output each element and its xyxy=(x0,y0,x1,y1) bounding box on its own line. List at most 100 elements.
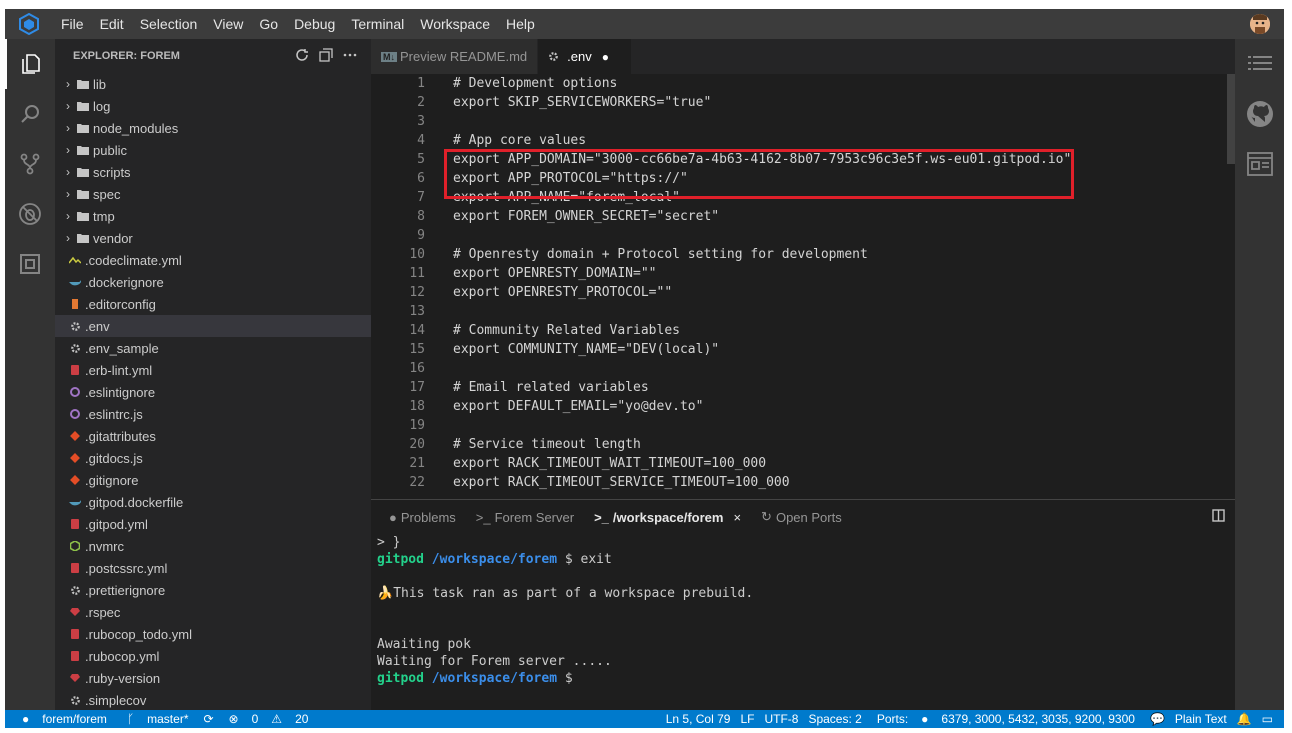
maximize-panel-icon[interactable] xyxy=(1212,509,1225,525)
debug-icon[interactable] xyxy=(5,189,55,239)
folder-label: public xyxy=(93,142,127,158)
folder-vendor[interactable]: › vendor xyxy=(55,227,371,249)
problems-status[interactable]: ⊗ 0 ⚠ 20 xyxy=(219,712,319,726)
code-line: 9 xyxy=(371,226,1235,245)
folder-scripts[interactable]: › scripts xyxy=(55,161,371,183)
prompt-user: gitpod xyxy=(377,552,424,567)
folder-icon xyxy=(75,167,91,177)
line-content: # App core values xyxy=(453,133,587,148)
line-content xyxy=(429,359,453,378)
editor-area: M↓ Preview README.md .env ● 1 # Developme… xyxy=(371,39,1235,499)
search-icon[interactable] xyxy=(5,89,55,139)
code-line: 17 # Email related variables xyxy=(371,378,1235,397)
close-icon[interactable]: × xyxy=(733,510,741,525)
file-eslintignore[interactable]: .eslintignore xyxy=(55,381,371,403)
language-status[interactable]: Plain Text xyxy=(1170,712,1232,726)
tab-label: Problems xyxy=(400,509,456,525)
code-line: 20 # Service timeout length xyxy=(371,435,1235,454)
more-actions-icon[interactable] xyxy=(343,48,357,65)
tab-env[interactable]: .env ● xyxy=(538,39,633,74)
file-gitpod-yml[interactable]: .gitpod.yml xyxy=(55,513,371,535)
folder-node-modules[interactable]: › node_modules xyxy=(55,117,371,139)
feedback-icon[interactable]: 💬 xyxy=(1145,712,1170,726)
tab-workspace-terminal[interactable]: >_/workspace/forem × xyxy=(584,510,751,525)
file-label: .gitpod.dockerfile xyxy=(85,494,184,510)
menu-edit[interactable]: Edit xyxy=(92,9,132,39)
menu-file[interactable]: File xyxy=(53,9,92,39)
file-rubocop-todo[interactable]: .rubocop_todo.yml xyxy=(55,623,371,645)
terminal-line: Awaiting pok xyxy=(377,637,471,652)
menu-selection[interactable]: Selection xyxy=(132,9,206,39)
gitpod-logo-icon[interactable] xyxy=(5,9,53,39)
github-icon: ● xyxy=(22,712,30,726)
file-ruby-version[interactable]: .ruby-version xyxy=(55,667,371,689)
line-content: export OPENRESTY_PROTOCOL="" xyxy=(453,285,673,300)
menu-terminal[interactable]: Terminal xyxy=(343,9,412,39)
file-dockerignore[interactable]: .dockerignore xyxy=(55,271,371,293)
file-codeclimate[interactable]: .codeclimate.yml xyxy=(55,249,371,271)
file-erb-lint[interactable]: .erb-lint.yml xyxy=(55,359,371,381)
line-content: export APP_DOMAIN="3000-cc66be7a-4b63-41… xyxy=(453,152,1072,167)
explorer-icon[interactable] xyxy=(5,39,55,89)
source-control-icon[interactable] xyxy=(5,139,55,189)
file-rspec[interactable]: .rspec xyxy=(55,601,371,623)
extensions-icon[interactable] xyxy=(5,239,55,289)
repo-status[interactable]: ● forem/forem xyxy=(5,712,117,726)
file-gitignore[interactable]: .gitignore xyxy=(55,469,371,491)
panel-toggle-icon[interactable]: ▭ xyxy=(1257,712,1278,726)
line-content: # Service timeout length xyxy=(453,437,641,452)
cursor-position[interactable]: Ln 5, Col 79 xyxy=(661,712,736,726)
github-icon[interactable] xyxy=(1235,89,1284,139)
folder-tmp[interactable]: › tmp xyxy=(55,205,371,227)
user-avatar[interactable] xyxy=(1250,14,1270,34)
menu-help[interactable]: Help xyxy=(498,9,543,39)
line-content: # Openresty domain + Protocol setting fo… xyxy=(453,247,868,262)
file-env[interactable]: .env xyxy=(55,315,371,337)
folder-lib[interactable]: › lib xyxy=(55,73,371,95)
file-gitattributes[interactable]: .gitattributes xyxy=(55,425,371,447)
menu-workspace[interactable]: Workspace xyxy=(412,9,498,39)
menu-go[interactable]: Go xyxy=(251,9,286,39)
line-content: export SKIP_SERVICEWORKERS="true" xyxy=(453,95,712,110)
bell-icon[interactable]: 🔔 xyxy=(1232,712,1257,726)
terminal-prompt-line: gitpod /workspace/forem $ xyxy=(377,670,1235,687)
branch-status[interactable]: ᚴ master* xyxy=(117,712,199,726)
code-editor[interactable]: 1 # Development options 2 export SKIP_SERVI… xyxy=(371,74,1235,499)
file-nvmrc[interactable]: .nvmrc xyxy=(55,535,371,557)
outline-list-icon[interactable] xyxy=(1235,39,1284,89)
folder-spec[interactable]: › spec xyxy=(55,183,371,205)
tab-open-ports[interactable]: ↻ Open Ports xyxy=(751,509,852,525)
prebuild-text: This task ran as part of a workspace pre… xyxy=(393,586,754,601)
tab-preview-readme[interactable]: M↓ Preview README.md xyxy=(371,39,539,74)
line-number: 12 xyxy=(409,285,425,300)
indentation-status[interactable]: Spaces: 2 xyxy=(803,712,866,726)
refresh-icon[interactable] xyxy=(295,48,309,65)
file-rubocop[interactable]: .rubocop.yml xyxy=(55,645,371,667)
collapse-all-icon[interactable] xyxy=(319,48,333,65)
file-postcssrc[interactable]: .postcssrc.yml xyxy=(55,557,371,579)
encoding-status[interactable]: UTF-8 xyxy=(759,712,803,726)
file-editorconfig[interactable]: .editorconfig xyxy=(55,293,371,315)
menu-view[interactable]: View xyxy=(205,9,251,39)
folder-public[interactable]: › public xyxy=(55,139,371,161)
editor-scrollbar[interactable] xyxy=(1227,74,1235,164)
preview-panel-icon[interactable] xyxy=(1235,139,1284,189)
menu-debug[interactable]: Debug xyxy=(286,9,343,39)
code-line: 19 xyxy=(371,416,1235,435)
file-eslintrc[interactable]: .eslintrc.js xyxy=(55,403,371,425)
prompt-path: /workspace/forem xyxy=(431,552,558,567)
folder-log[interactable]: › log xyxy=(55,95,371,117)
tab-forem-server[interactable]: >_ Forem Server xyxy=(466,510,584,525)
file-gitdocs[interactable]: .gitdocs.js xyxy=(55,447,371,469)
tab-problems[interactable]: ● Problems xyxy=(379,510,466,525)
sync-icon[interactable]: ⟳ xyxy=(198,712,218,726)
file-gitpod-dockerfile[interactable]: .gitpod.dockerfile xyxy=(55,491,371,513)
file-simplecov[interactable]: .simplecov xyxy=(55,689,371,711)
ports-status[interactable]: Ports: ● 6379, 3000, 5432, 3035, 9200, 930… xyxy=(867,712,1145,726)
unsaved-dot-icon[interactable]: ● xyxy=(602,50,609,64)
file-prettierignore[interactable]: .prettierignore xyxy=(55,579,371,601)
terminal-output[interactable]: > } gitpod /workspace/forem $ exit 🍌This… xyxy=(371,534,1235,687)
file-env-sample[interactable]: .env_sample xyxy=(55,337,371,359)
eol-status[interactable]: LF xyxy=(735,712,759,726)
chevron-right-icon: › xyxy=(66,99,70,113)
